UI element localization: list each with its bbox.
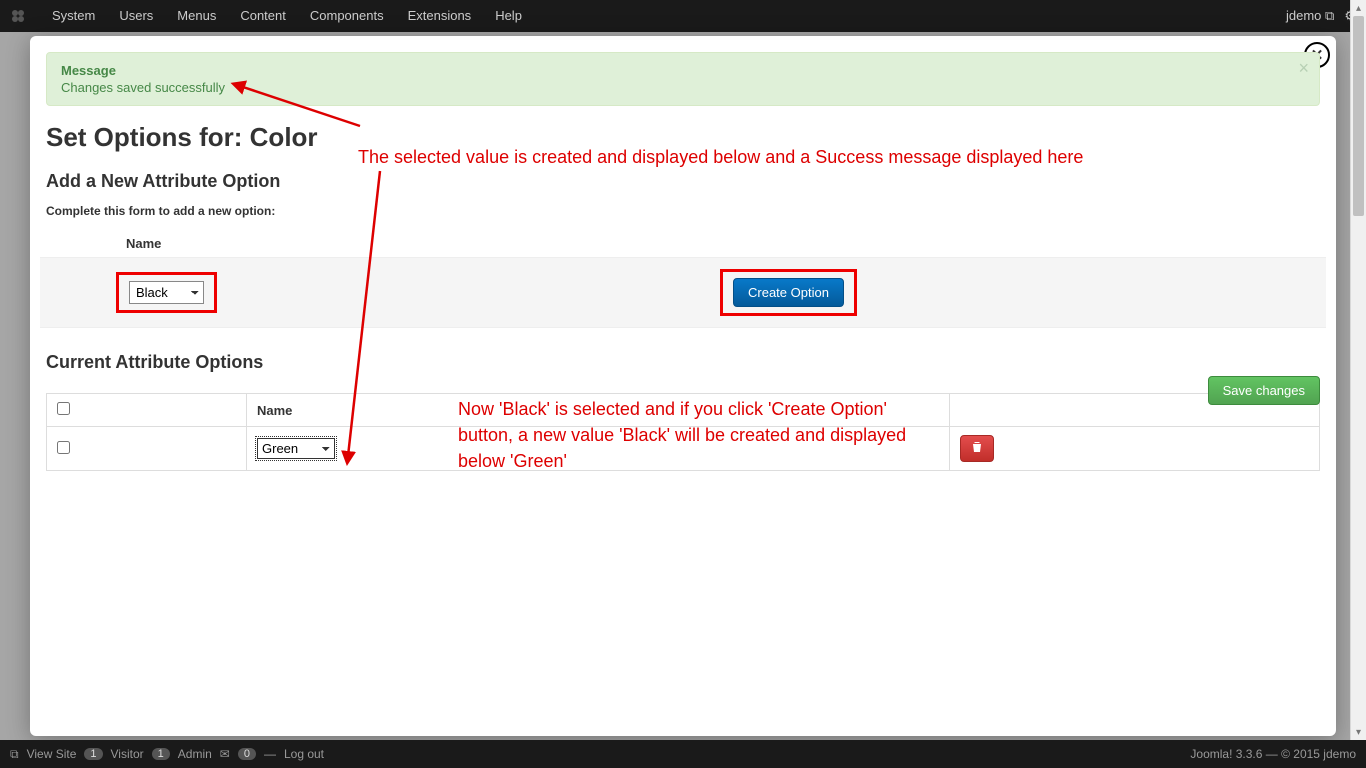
alert-close-button[interactable]: × bbox=[1298, 59, 1309, 77]
joomla-logo-icon bbox=[10, 8, 26, 24]
name-column-header: Name bbox=[247, 394, 950, 427]
alert-text: Changes saved successfully bbox=[61, 80, 1305, 95]
admin-topbar: System Users Menus Content Components Ex… bbox=[0, 0, 1366, 32]
current-options-section: Current Attribute Options Save changes N… bbox=[46, 352, 1320, 471]
create-option-button[interactable]: Create Option bbox=[733, 278, 844, 307]
scrollbar-thumb[interactable] bbox=[1353, 16, 1364, 216]
row-actions-cell bbox=[950, 427, 1320, 471]
visitor-count-badge: 1 bbox=[84, 748, 102, 760]
annotation-highlight-button: Create Option bbox=[720, 269, 857, 316]
select-all-checkbox[interactable] bbox=[57, 402, 70, 415]
menu-help[interactable]: Help bbox=[483, 0, 534, 32]
save-changes-button[interactable]: Save changes bbox=[1208, 376, 1320, 405]
menu-components[interactable]: Components bbox=[298, 0, 396, 32]
name-column-label: Name bbox=[126, 236, 1326, 251]
menu-users[interactable]: Users bbox=[107, 0, 165, 32]
options-table: Name Green bbox=[46, 393, 1320, 471]
view-site-link[interactable]: View Site bbox=[27, 747, 77, 761]
current-options-heading: Current Attribute Options bbox=[46, 352, 1314, 373]
admin-count-badge: 1 bbox=[152, 748, 170, 760]
message-count-badge: 0 bbox=[238, 748, 256, 760]
menu-menus[interactable]: Menus bbox=[165, 0, 228, 32]
logout-link[interactable]: Log out bbox=[284, 747, 324, 761]
page-title: Set Options for: Color bbox=[46, 122, 1320, 153]
menu-content[interactable]: Content bbox=[228, 0, 298, 32]
table-header-row: Name bbox=[47, 394, 1320, 427]
visitor-label: Visitor bbox=[111, 747, 144, 761]
row-checkbox[interactable] bbox=[57, 441, 70, 454]
topbar-right: jdemo ⧉ ⚙ bbox=[1286, 8, 1356, 24]
external-link-icon: ⧉ bbox=[1325, 8, 1334, 23]
window-scrollbar[interactable]: ▴ ▾ bbox=[1350, 0, 1366, 740]
statusbar-version: Joomla! 3.3.6 — © 2015 jdemo bbox=[1190, 747, 1356, 761]
create-option-row: Black Create Option bbox=[40, 257, 1326, 328]
admin-statusbar: ⧉ View Site 1 Visitor 1 Admin ✉ 0 — Log … bbox=[0, 740, 1366, 768]
success-alert: Message Changes saved successfully × bbox=[46, 52, 1320, 106]
mail-icon: ✉ bbox=[220, 747, 230, 761]
add-option-hint: Complete this form to add a new option: bbox=[46, 204, 1320, 218]
alert-title: Message bbox=[61, 63, 1305, 78]
table-row: Green bbox=[47, 427, 1320, 471]
row-name-select[interactable]: Green bbox=[257, 438, 335, 459]
menu-system[interactable]: System bbox=[40, 0, 107, 32]
admin-label: Admin bbox=[178, 747, 212, 761]
scroll-down-icon[interactable]: ▾ bbox=[1351, 724, 1366, 740]
external-link-icon: ⧉ bbox=[10, 747, 19, 762]
scroll-up-icon[interactable]: ▴ bbox=[1351, 0, 1366, 16]
options-modal: ✕ Message Changes saved successfully × S… bbox=[30, 36, 1336, 736]
option-name-select[interactable]: Black bbox=[129, 281, 204, 304]
trash-icon bbox=[971, 441, 983, 456]
user-menu[interactable]: jdemo ⧉ bbox=[1286, 8, 1334, 24]
select-all-cell bbox=[47, 394, 247, 427]
logout-icon: — bbox=[264, 747, 276, 761]
add-option-heading: Add a New Attribute Option bbox=[46, 171, 1320, 192]
row-name-cell: Green bbox=[247, 427, 950, 471]
delete-row-button[interactable] bbox=[960, 435, 994, 462]
topbar-menu: System Users Menus Content Components Ex… bbox=[40, 0, 534, 32]
row-checkbox-cell bbox=[47, 427, 247, 471]
menu-extensions[interactable]: Extensions bbox=[396, 0, 484, 32]
annotation-highlight-select: Black bbox=[116, 272, 217, 313]
